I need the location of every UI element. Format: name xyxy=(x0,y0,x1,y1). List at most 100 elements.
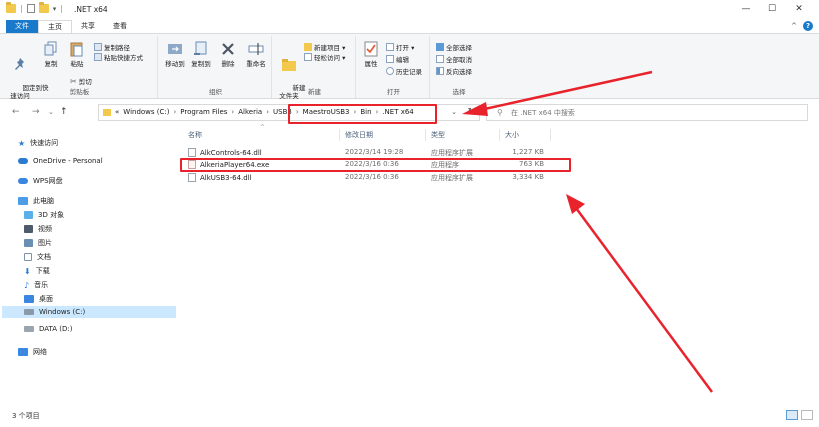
up-arrow-icon[interactable]: ↑ xyxy=(60,107,68,117)
file-name: AlkUSB3-64.dll xyxy=(200,173,252,182)
help-icon[interactable]: ? xyxy=(803,21,813,31)
properties-check-icon[interactable] xyxy=(26,4,35,13)
column-divider[interactable] xyxy=(550,129,551,141)
back-arrow-icon[interactable]: ← xyxy=(12,107,20,117)
nav-drive-d[interactable]: DATA (D:) xyxy=(24,325,72,333)
breadcrumb-alkeria[interactable]: Alkeria xyxy=(238,108,262,116)
large-icons-view-icon[interactable] xyxy=(801,410,813,420)
file-size: 3,334 KB xyxy=(512,173,544,181)
rename-button[interactable]: 重命名 xyxy=(242,40,270,68)
details-view-icon[interactable] xyxy=(786,410,798,420)
history-button[interactable]: 历史记录 xyxy=(386,66,422,76)
tab-share[interactable]: 共享 xyxy=(72,20,104,33)
forward-arrow-icon[interactable]: → xyxy=(32,107,40,117)
select-all-label: 全部选择 xyxy=(446,44,472,52)
breadcrumb-program-files[interactable]: Program Files xyxy=(180,108,227,116)
file-size: 1,227 KB xyxy=(512,148,544,156)
tab-view[interactable]: 查看 xyxy=(104,20,136,33)
new-item-button[interactable]: 新建项目 ▾ xyxy=(304,42,345,52)
select-none-button[interactable]: 全部取消 xyxy=(436,54,472,64)
nav-music-label: 音乐 xyxy=(34,281,49,289)
chevron-right-icon[interactable]: › xyxy=(231,108,234,116)
nav-3d-objects[interactable]: 3D 对象 xyxy=(24,210,64,220)
nav-downloads[interactable]: ⬇ 下载 xyxy=(24,266,50,276)
address-dropdown-icon[interactable]: ⌄ xyxy=(451,108,457,116)
search-input[interactable] xyxy=(511,107,801,118)
column-divider[interactable] xyxy=(425,129,426,141)
copy-to-button[interactable]: 复制到 xyxy=(188,40,214,68)
rename-label: 重命名 xyxy=(246,60,266,68)
nav-quick-access-label: 快速访问 xyxy=(30,139,59,147)
nav-documents[interactable]: 文档 xyxy=(24,252,51,262)
nav-drive-d-label: DATA (D:) xyxy=(39,325,73,333)
nav-music[interactable]: ♪ 音乐 xyxy=(24,280,48,290)
nav-drive-c[interactable]: Windows (C:) xyxy=(2,306,176,318)
chevron-right-icon[interactable]: › xyxy=(266,108,269,116)
nav-desktop[interactable]: 桌面 xyxy=(24,294,53,304)
column-divider[interactable] xyxy=(499,129,500,141)
nav-network[interactable]: 网络 xyxy=(18,347,47,357)
column-header-date[interactable]: 修改日期 xyxy=(345,130,373,140)
edit-button[interactable]: 编辑 xyxy=(386,54,409,64)
copy-path-button[interactable]: 复制路径 xyxy=(94,42,130,52)
nav-desktop-label: 桌面 xyxy=(39,295,53,303)
file-explorer-window: | ▾ | .NET x64 — ☐ ✕ 文件 主页 共享 查看 ^ ? 固定到… xyxy=(0,0,819,427)
new-folder-qat-icon[interactable] xyxy=(38,2,49,13)
move-to-button[interactable]: 移动到 xyxy=(162,40,188,68)
tab-file[interactable]: 文件 xyxy=(6,20,38,33)
refresh-icon[interactable]: ↻ xyxy=(467,107,475,117)
nav-documents-label: 文档 xyxy=(37,253,51,261)
select-all-button[interactable]: 全部选择 xyxy=(436,42,472,52)
close-button[interactable]: ✕ xyxy=(786,2,812,17)
chevron-right-icon[interactable]: › xyxy=(173,108,176,116)
column-divider[interactable] xyxy=(339,129,340,141)
nav-this-pc[interactable]: 此电脑 xyxy=(18,196,54,206)
open-group-label: 打开 xyxy=(387,88,400,96)
select-none-label: 全部取消 xyxy=(446,56,472,64)
nav-network-label: 网络 xyxy=(33,348,47,356)
paste-button[interactable]: 粘贴 xyxy=(66,40,88,68)
paste-shortcut-button[interactable]: 粘贴快捷方式 xyxy=(94,52,143,62)
column-header-type[interactable]: 类型 xyxy=(431,130,445,140)
minimize-button[interactable]: — xyxy=(733,2,759,17)
open-label: 打开 ▾ xyxy=(396,44,415,52)
dll-file-icon xyxy=(188,148,196,157)
pin-quick-access-button[interactable]: 固定到快 速访问 xyxy=(6,40,49,108)
table-row[interactable]: AlkControls-64.dll 2022/3/14 19:28 应用程序扩… xyxy=(184,147,550,158)
picture-icon xyxy=(24,239,33,247)
invert-selection-button[interactable]: 反向选择 xyxy=(436,66,472,76)
delete-button[interactable]: 删除 xyxy=(216,40,240,68)
nav-wps[interactable]: WPS网盘 xyxy=(18,176,63,186)
tab-home[interactable]: 主页 xyxy=(38,20,72,33)
star-icon: ★ xyxy=(18,138,26,148)
network-icon xyxy=(18,348,28,356)
quick-access-toolbar: | ▾ | xyxy=(6,2,63,13)
breadcrumb-windows-c[interactable]: Windows (C:) xyxy=(123,108,169,116)
new-folder-button[interactable]: 新建 文件夹 xyxy=(276,40,306,108)
column-header-name[interactable]: 名称 xyxy=(188,130,202,140)
qat-dropdown-icon[interactable]: ▾ xyxy=(53,5,57,13)
breadcrumb-overflow[interactable]: « xyxy=(115,108,119,116)
column-header-size[interactable]: 大小 xyxy=(505,130,519,140)
open-button[interactable]: 打开 ▾ xyxy=(386,42,414,52)
easy-access-button[interactable]: 轻松访问 ▾ xyxy=(304,52,345,62)
paste-icon xyxy=(70,42,83,57)
maximize-button[interactable]: ☐ xyxy=(759,2,785,17)
collapse-ribbon-icon[interactable]: ^ xyxy=(791,22,797,30)
nav-quick-access[interactable]: ★ 快速访问 xyxy=(18,138,58,148)
properties-button[interactable]: 属性 xyxy=(360,40,382,68)
pin-icon xyxy=(15,58,24,70)
nav-pictures[interactable]: 图片 xyxy=(24,238,52,248)
nav-onedrive[interactable]: OneDrive - Personal xyxy=(18,157,103,165)
drive-icon xyxy=(24,326,34,332)
cube-icon xyxy=(24,211,33,219)
cut-button[interactable]: ✂ 剪切 xyxy=(70,76,92,87)
sort-ascending-icon: ^ xyxy=(260,124,266,131)
recent-locations-icon[interactable]: ⌄ xyxy=(48,108,54,116)
table-row[interactable]: AlkUSB3-64.dll 2022/3/16 0:36 应用程序扩展 3,3… xyxy=(184,172,550,183)
select-group-label: 选择 xyxy=(452,88,466,96)
file-date: 2022/3/16 0:36 xyxy=(345,173,399,181)
nav-videos[interactable]: 视频 xyxy=(24,224,52,234)
copy-button[interactable]: 复制 xyxy=(40,40,62,68)
file-name-cell: AlkUSB3-64.dll xyxy=(188,173,252,182)
